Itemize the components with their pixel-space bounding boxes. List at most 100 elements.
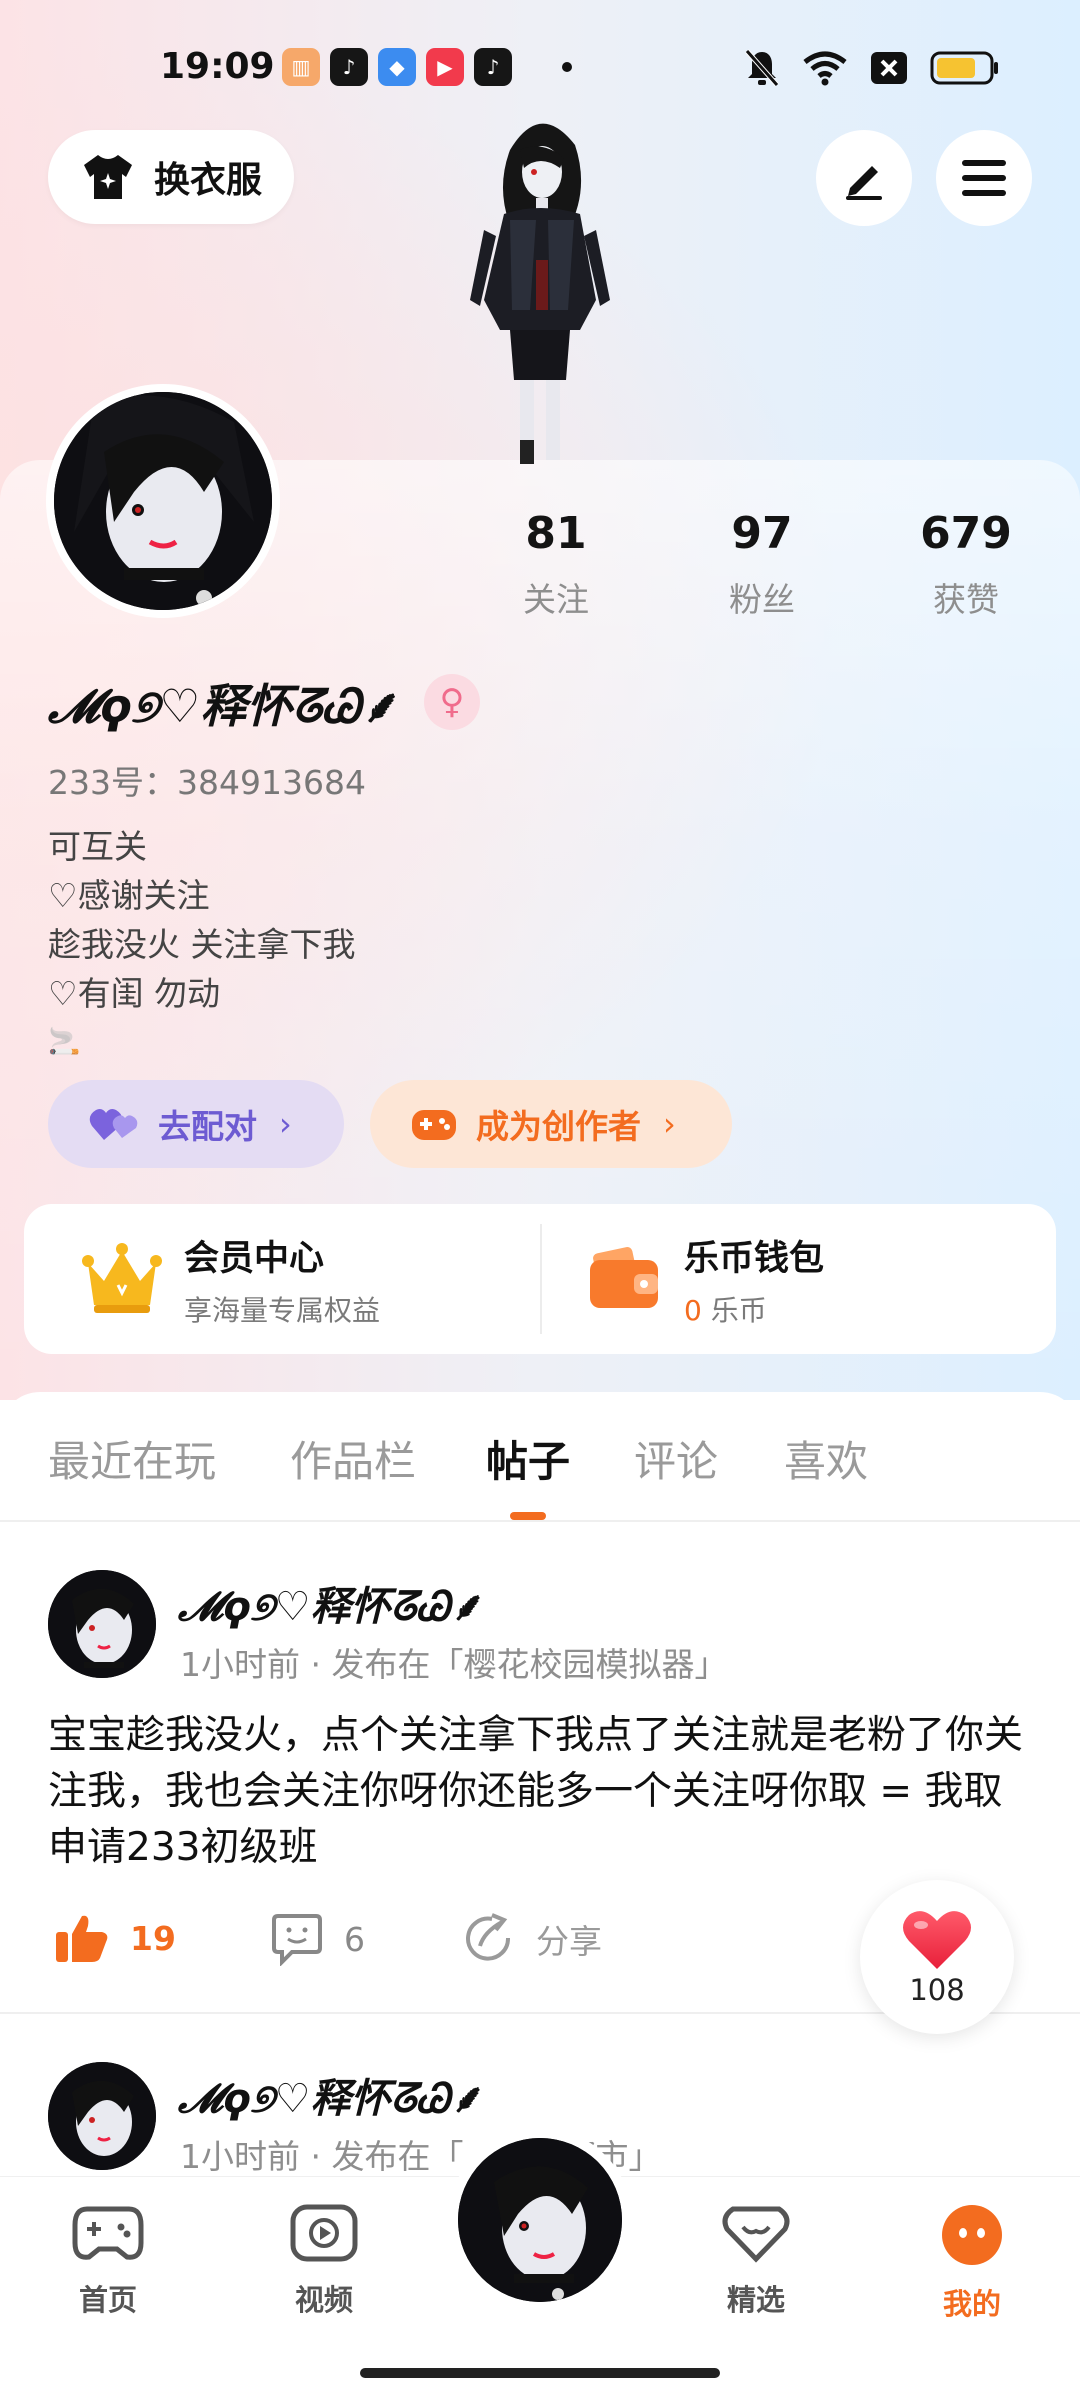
crown-icon (82, 1243, 162, 1313)
avatar (458, 2138, 622, 2302)
nav-home-label: 首页 (78, 2283, 137, 2317)
hamburger-icon (962, 160, 1006, 196)
nav-me[interactable]: 我的 (902, 2203, 1042, 2323)
video-app-icon: ▶ (426, 48, 464, 86)
stat-followers[interactable]: 97 粉丝 (682, 508, 842, 621)
post-author-name[interactable]: 𝓜ϙ୭♡释怀ᘔᏊ⸙ (178, 2066, 480, 2124)
status-app-icons: ▥ ♪ ◆ ▶ ♪ (282, 48, 572, 86)
change-outfit-label: 换衣服 (154, 160, 263, 201)
username: 𝓜ϙ୭♡释怀ᘔᏊ⸙ (48, 679, 396, 733)
card-divider (540, 1224, 542, 1334)
nav-video-label: 视频 (294, 2283, 353, 2317)
post-like-count: 19 (130, 1918, 176, 1958)
close-box-icon (871, 52, 907, 84)
member-wallet-card: 会员中心 享海量专属权益 乐币钱包 0 乐币 (24, 1204, 1056, 1354)
profile-page: 19:09 ▥ ♪ ◆ ▶ ♪ 换衣服 81 关注 97 粉丝 679 获赞 𝓜… (0, 0, 1080, 2400)
likes-count: 679 (920, 508, 1012, 559)
bio-line: 🚬 (48, 1027, 81, 1057)
cloud-app-icon: ◆ (378, 48, 416, 86)
post-share-button[interactable]: 分享 (462, 1912, 602, 1966)
nav-featured-label: 精选 (726, 2283, 785, 2317)
edit-profile-button[interactable] (816, 130, 912, 226)
floating-like-count: 108 (909, 1973, 965, 2007)
followers-label: 粉丝 (729, 580, 795, 619)
comment-icon (272, 1914, 322, 1966)
post-comment-button[interactable]: 6 (270, 1912, 365, 1966)
status-right (744, 48, 1000, 88)
tab-comments[interactable]: 评论 (634, 1428, 718, 1489)
following-label: 关注 (523, 580, 589, 619)
female-icon: ♀ (424, 674, 480, 730)
mute-icon (745, 49, 779, 87)
double-heart-icon (89, 1109, 138, 1140)
tiktok-app-icon: ♪ (474, 48, 512, 86)
active-tab-indicator (510, 1512, 546, 1520)
pen-icon (846, 166, 882, 200)
member-title: 会员中心 (184, 1238, 325, 1279)
member-center-entry[interactable]: 会员中心 享海量专属权益 (80, 1204, 380, 1354)
wallet-unit: 乐币 (710, 1293, 767, 1327)
notification-dot (562, 62, 572, 72)
post-share-label: 分享 (536, 1922, 602, 1961)
post-like-button[interactable]: 19 (54, 1912, 176, 1964)
profile-avatar[interactable] (46, 384, 280, 618)
member-subtitle: 享海量专属权益 (184, 1293, 381, 1327)
bio-line: ♡感谢关注 (48, 876, 210, 915)
bio-line: ♡有闺 勿动 (48, 974, 221, 1013)
tiktok-app-icon: ♪ (330, 48, 368, 86)
user-id[interactable]: 233号：384913684 (48, 756, 366, 804)
post-author-avatar[interactable] (48, 2062, 156, 2170)
home-indicator[interactable] (360, 2368, 720, 2378)
wallet-amount: 0 (684, 1293, 702, 1327)
menu-button[interactable] (936, 130, 1032, 226)
tab-works[interactable]: 作品栏 (290, 1428, 416, 1489)
profile-tabs: 最近在玩 作品栏 帖子 评论 喜欢 (0, 1392, 1080, 1522)
status-time: 19:09 (160, 46, 275, 87)
following-count: 81 (525, 508, 587, 559)
wallet-balance: 0 乐币 (684, 1289, 824, 1329)
face-icon (942, 2205, 1002, 2265)
nav-me-label: 我的 (942, 2287, 1001, 2321)
thumbs-up-icon (56, 1915, 108, 1962)
battery-icon (930, 51, 998, 85)
post-author-avatar[interactable] (48, 1570, 156, 1678)
tab-recently-played[interactable]: 最近在玩 (48, 1428, 216, 1489)
wifi-icon (803, 51, 847, 86)
chevron-right-icon: › (663, 1105, 676, 1143)
character-avatar[interactable] (440, 110, 640, 470)
wallet-icon (590, 1247, 658, 1308)
nav-featured[interactable]: 精选 (686, 2203, 826, 2319)
play-icon (290, 2204, 358, 2262)
tab-likes[interactable]: 喜欢 (784, 1428, 868, 1489)
wallet-title: 乐币钱包 (684, 1238, 825, 1279)
status-bar: 19:09 ▥ ♪ ◆ ▶ ♪ (0, 40, 1080, 100)
gamepad-icon (412, 1110, 456, 1140)
change-outfit-button[interactable]: 换衣服 (48, 130, 294, 224)
bookshelf-app-icon: ▥ (282, 48, 320, 86)
post-meta[interactable]: 1小时前 · 发布在「樱花校园模拟器」 (180, 1638, 727, 1686)
match-label: 去配对 (158, 1107, 257, 1146)
post-author-name[interactable]: 𝓜ϙ୭♡释怀ᘔᏊ⸙ (178, 1574, 480, 1632)
likes-label: 获赞 (933, 580, 999, 619)
nav-home[interactable]: 首页 (38, 2203, 178, 2319)
post-text[interactable]: 宝宝趁我没火，点个关注拿下我点了关注就是老粉了你关注我，我也会关注你呀你还能多一… (48, 1708, 1038, 1876)
tshirt-icon (84, 155, 132, 199)
match-button[interactable]: 去配对 › (48, 1080, 344, 1168)
creator-label: 成为创作者 (476, 1107, 641, 1146)
stat-following[interactable]: 81 关注 (476, 508, 636, 621)
post-comment-count: 6 (344, 1919, 365, 1959)
bio-line: 趁我没火 关注拿下我 (48, 925, 356, 964)
heart-diamond-icon (722, 2206, 790, 2263)
wallet-entry[interactable]: 乐币钱包 0 乐币 (588, 1204, 824, 1354)
tab-posts[interactable]: 帖子 (486, 1428, 570, 1489)
heart-icon (903, 1911, 971, 1969)
share-icon (466, 1913, 511, 1961)
avatar (54, 392, 272, 610)
gamepad-icon (72, 2206, 144, 2260)
floating-like-button[interactable]: 108 (860, 1880, 1014, 2034)
nav-video[interactable]: 视频 (254, 2203, 394, 2319)
bio: 可互关 ♡感谢关注 趁我没火 关注拿下我 ♡有闺 勿动 🚬 (48, 822, 356, 1067)
stat-likes[interactable]: 679 获赞 (886, 508, 1046, 621)
nav-center-avatar-button[interactable] (448, 2128, 632, 2312)
become-creator-button[interactable]: 成为创作者 › (370, 1080, 732, 1168)
